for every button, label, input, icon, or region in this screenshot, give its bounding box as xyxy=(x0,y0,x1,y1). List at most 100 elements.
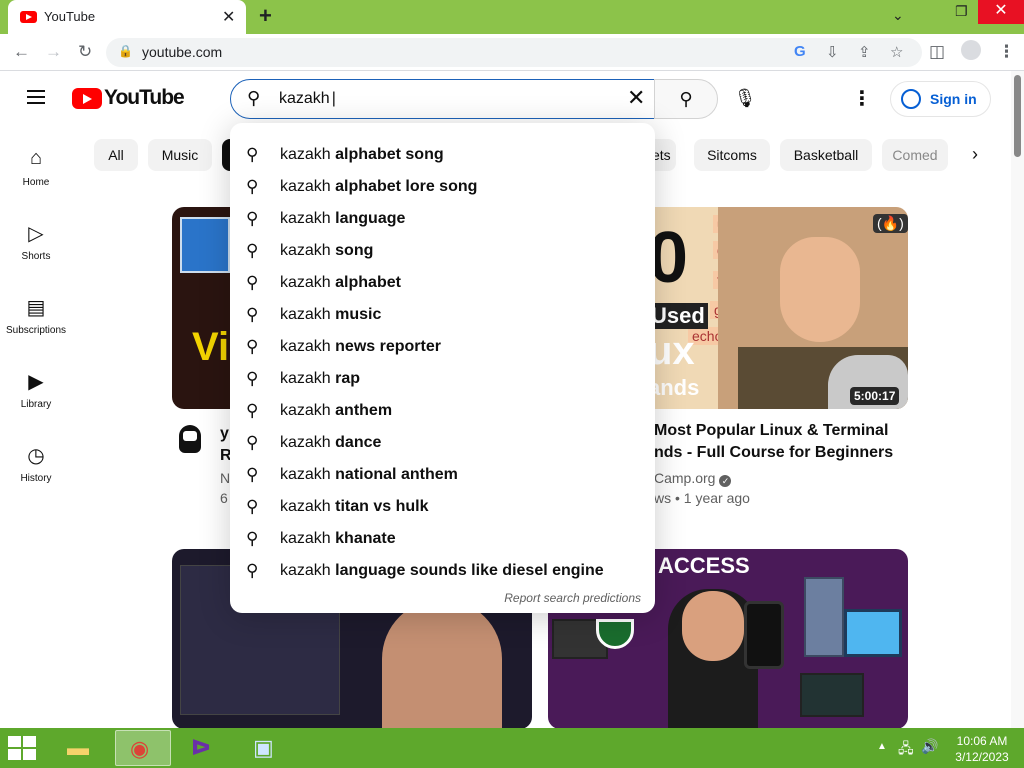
chip-basketball[interactable]: Basketball xyxy=(780,139,872,171)
search-icon: ⚲ xyxy=(246,465,259,484)
settings-kebab-icon[interactable]: ⋮ xyxy=(852,86,872,111)
search-icon: ⚲ xyxy=(246,337,259,356)
search-icon: ⚲ xyxy=(246,241,259,260)
file-explorer-taskbar-button[interactable]: ▬ xyxy=(53,730,109,766)
chip-sitcoms[interactable]: Sitcoms xyxy=(694,139,770,171)
sidebar-item-home[interactable]: ⌂ Home xyxy=(0,127,72,197)
profile-icon[interactable] xyxy=(961,40,981,60)
page-scrollbar[interactable] xyxy=(1011,71,1024,728)
search-button[interactable]: ⚲ xyxy=(654,79,718,119)
visual-studio-taskbar-button[interactable]: ᐅ xyxy=(177,730,233,766)
share-icon[interactable]: ⇪ xyxy=(858,43,871,61)
suggestion-item[interactable]: ⚲ kazakh language sounds like diesel engi… xyxy=(230,555,655,587)
close-icon[interactable]: ✕ xyxy=(222,7,235,27)
suggestion-item[interactable]: ⚲ kazakh song xyxy=(230,235,655,267)
suggestion-item[interactable]: ⚲ kazakh news reporter xyxy=(230,331,655,363)
url-text[interactable]: youtube.com xyxy=(142,44,222,60)
windows-logo-icon xyxy=(8,749,21,760)
install-icon[interactable]: ⇩ xyxy=(826,43,839,61)
virtualbox-logo-icon xyxy=(180,217,230,273)
suggestion-item[interactable]: ⚲ kazakh khanate xyxy=(230,523,655,555)
visual-studio-icon: ᐅ xyxy=(191,735,211,760)
report-predictions-link[interactable]: Report search predictions xyxy=(504,591,641,605)
suggestion-item[interactable]: ⚲ kazakh dance xyxy=(230,427,655,459)
browser-tab[interactable]: YouTube ✕ xyxy=(8,0,246,34)
side-panel-icon[interactable]: ◫ xyxy=(929,42,945,62)
channel-name[interactable]: Camp.org ✓ xyxy=(654,470,732,487)
suggestion-item[interactable]: ⚲ kazakh titan vs hulk xyxy=(230,491,655,523)
clear-icon[interactable]: ✕ xyxy=(627,85,645,111)
chrome-taskbar-button[interactable]: ◉ xyxy=(115,730,171,766)
video-title[interactable]: Most Popular Linux & Terminal nds - Full… xyxy=(654,420,914,464)
channel-avatar[interactable] xyxy=(177,423,203,457)
microphone-icon[interactable]: 🎙 xyxy=(730,88,760,112)
sidebar-item-history[interactable]: ◷ History xyxy=(0,423,72,493)
chip-music[interactable]: Music xyxy=(148,139,212,171)
suggestion-item[interactable]: ⚲ kazakh alphabet xyxy=(230,267,655,299)
sidebar-item-library[interactable]: ▶ Library xyxy=(0,349,72,419)
chip-all[interactable]: All xyxy=(94,139,138,171)
youtube-wordmark[interactable]: YouTube xyxy=(104,86,185,110)
search-icon: ⚲ xyxy=(246,209,259,228)
sidebar-item-subscriptions[interactable]: ▤ Subscriptions xyxy=(0,275,72,345)
sidebar-item-label: Subscriptions xyxy=(5,325,67,336)
search-query-text[interactable]: kazakh xyxy=(279,90,336,108)
google-icon[interactable]: G xyxy=(794,43,806,60)
suggestion-completion: anthem xyxy=(335,402,393,419)
suggestion-item[interactable]: ⚲ kazakh national anthem xyxy=(230,459,655,491)
face-shape xyxy=(682,591,744,661)
thumbnail-text: Used xyxy=(648,303,708,329)
mini-sidebar: ⌂ Home ▷ Shorts ▤ Subscriptions ▶ Librar… xyxy=(0,127,72,727)
chevron-right-icon[interactable]: › xyxy=(972,144,978,165)
thumbnail-text: ux xyxy=(648,329,695,373)
remote-desktop-taskbar-button[interactable]: ▣ xyxy=(239,730,295,766)
suggestion-prefix: kazakh xyxy=(280,242,331,259)
windows-start-button[interactable] xyxy=(8,736,38,762)
duration-badge: 5:00:17 xyxy=(850,387,900,405)
sidebar-item-shorts[interactable]: ▷ Shorts xyxy=(0,201,72,271)
suggestion-item[interactable]: ⚲ kazakh alphabet song xyxy=(230,139,655,171)
system-clock[interactable]: 10:06 AM 3/12/2023 xyxy=(950,733,1014,765)
chevron-down-icon[interactable]: ⌄ xyxy=(892,7,904,24)
youtube-logo-icon[interactable] xyxy=(72,88,102,109)
suggestion-prefix: kazakh xyxy=(280,402,331,419)
freecodecamp-logo-icon: (🔥) xyxy=(873,214,908,233)
history-icon: ◷ xyxy=(27,445,45,467)
suggestion-item[interactable]: ⚲ kazakh language xyxy=(230,203,655,235)
search-icon: ⚲ xyxy=(679,89,693,109)
suggestion-text: kazakh anthem xyxy=(280,395,392,427)
scrollbar-thumb[interactable] xyxy=(1014,75,1021,157)
search-icon: ⚲ xyxy=(246,145,259,164)
suggestion-item[interactable]: ⚲ kazakh rap xyxy=(230,363,655,395)
suggestion-prefix: kazakh xyxy=(280,210,331,227)
suggestion-prefix: kazakh xyxy=(280,338,331,355)
network-icon[interactable]: 🖧 xyxy=(898,738,914,762)
suggestion-text: kazakh titan vs hulk xyxy=(280,491,429,523)
restore-icon[interactable]: ❐ xyxy=(955,3,968,20)
back-icon[interactable]: ← xyxy=(13,42,30,62)
suggestion-item[interactable]: ⚲ kazakh anthem xyxy=(230,395,655,427)
chip-comedy[interactable]: Comed xyxy=(882,139,948,171)
suggestion-completion: national anthem xyxy=(335,466,458,483)
plus-icon[interactable]: + xyxy=(259,3,272,29)
forward-icon[interactable]: → xyxy=(45,42,62,62)
star-icon[interactable]: ☆ xyxy=(890,43,903,61)
volume-icon[interactable]: 🔊 xyxy=(921,738,938,755)
suggestion-completion: alphabet xyxy=(335,274,401,291)
window-close-button[interactable]: ✕ xyxy=(978,0,1024,24)
sign-in-button[interactable]: Sign in xyxy=(890,81,991,117)
hamburger-menu-icon[interactable] xyxy=(27,90,45,104)
suggestion-item[interactable]: ⚲ kazakh alphabet lore song xyxy=(230,171,655,203)
search-icon: ⚲ xyxy=(246,177,259,196)
search-icon: ⚲ xyxy=(246,561,259,580)
suggestion-item[interactable]: ⚲ kazakh music xyxy=(230,299,655,331)
home-icon: ⌂ xyxy=(29,147,43,169)
reload-icon[interactable]: ↻ xyxy=(78,42,92,62)
address-bar[interactable]: 🔒 youtube.com G ⇩ ⇪ ☆ xyxy=(106,38,922,67)
suggestion-text: kazakh national anthem xyxy=(280,459,458,491)
presenter-image xyxy=(718,207,908,409)
search-input[interactable]: ⚲ kazakh ✕ xyxy=(230,79,655,119)
kebab-menu-icon[interactable]: ⋮ xyxy=(998,42,1015,62)
tray-expand-icon[interactable]: ▲ xyxy=(877,741,887,752)
thumbnail-text: Vi xyxy=(192,325,230,369)
